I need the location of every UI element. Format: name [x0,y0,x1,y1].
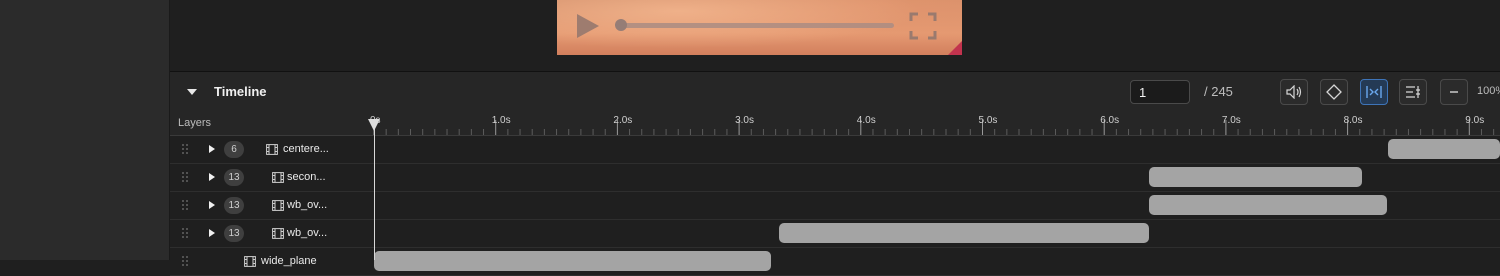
ruler-label: 2.0s [613,115,633,126]
expand-layer-icon[interactable] [209,145,215,153]
expand-layer-icon[interactable] [209,201,215,209]
layer-row[interactable]: 13 wb_ov... [170,220,1500,248]
audio-waveform-icon [1286,85,1302,99]
video-preview[interactable] [557,0,962,55]
track-list: 6 centere... 13 secon... 13 wb_ov... 13 wb_ov..… [170,136,1500,276]
layer-row[interactable]: 13 wb_ov... [170,192,1500,220]
timeline-header: Timeline / 245 100% [170,71,1500,113]
drag-handle-icon[interactable] [181,227,189,239]
playhead-line [374,120,375,260]
ruler-label: 5.0s [978,115,998,126]
video-scrubber-knob[interactable] [615,19,627,31]
play-icon[interactable] [577,14,599,38]
timeline-title: Timeline [214,84,267,99]
film-clip-icon [272,172,284,183]
layer-name: secon... [287,171,326,183]
fullscreen-icon[interactable] [909,12,937,40]
zoom-out-icon [1450,91,1458,93]
drag-handle-icon[interactable] [181,171,189,183]
frame-number-input[interactable] [1130,80,1190,104]
clip-bar[interactable] [1149,195,1387,215]
left-sidebar-panel [0,0,170,260]
zoom-level: 100% [1477,85,1500,97]
layer-row[interactable]: 6 centere... [170,136,1500,164]
drag-handle-icon[interactable] [181,143,189,155]
film-clip-icon [266,144,278,155]
ruler-label: 6.0s [1100,115,1120,126]
film-clip-icon [244,256,256,267]
audio-button[interactable] [1280,79,1308,105]
frame-total-label: / 245 [1204,84,1233,99]
ruler-label: 8.0s [1343,115,1363,126]
video-scrubber-track[interactable] [619,23,894,28]
playhead-handle[interactable] [368,119,380,131]
layer-name: wb_ov... [287,199,328,211]
collapse-timeline-icon[interactable] [187,89,197,95]
ruler-label: 4.0s [856,115,876,126]
clip-bar[interactable] [779,223,1150,243]
ruler-label: 3.0s [735,115,754,126]
drag-handle-icon[interactable] [181,199,189,211]
zoom-out-button[interactable] [1440,79,1468,105]
layer-name: centere... [283,143,329,155]
keyframe-button[interactable] [1320,79,1348,105]
track-settings-button[interactable] [1399,79,1427,105]
ruler-label: 7.0s [1221,115,1241,126]
clip-bar[interactable] [1149,167,1363,187]
expand-layer-icon[interactable] [209,173,215,181]
layer-count-badge: 13 [224,225,244,242]
clip-bar[interactable] [1387,139,1500,159]
snap-fit-button[interactable] [1360,79,1388,105]
clip-bar[interactable] [374,251,771,271]
expand-layer-icon[interactable] [209,229,215,237]
layer-count-badge: 13 [224,169,244,186]
film-clip-icon [272,200,284,211]
layer-row[interactable]: wide_plane [170,248,1500,276]
snap-fit-icon [1366,86,1382,98]
layer-name: wb_ov... [287,227,328,239]
layer-count-badge: 6 [224,141,244,158]
layer-row[interactable]: 13 secon... [170,164,1500,192]
out-of-range-marker [948,41,962,55]
ruler-label: 9.0s [1465,115,1485,126]
drag-handle-icon[interactable] [181,255,189,267]
layer-name: wide_plane [261,255,317,267]
track-settings-icon [1406,86,1420,98]
film-clip-icon [272,228,284,239]
ruler-label: 1.0s [491,115,511,126]
keyframe-diamond-icon [1326,84,1342,100]
layer-count-badge: 13 [224,197,244,214]
